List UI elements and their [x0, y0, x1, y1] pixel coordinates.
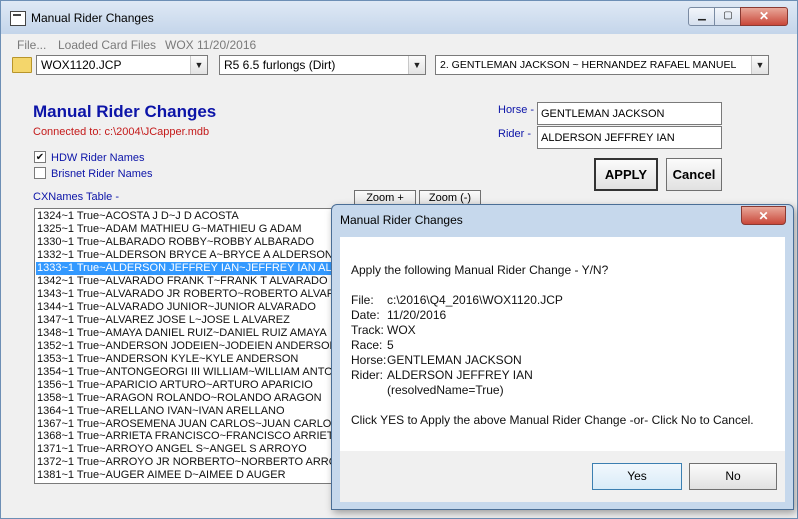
- connection-status: Connected to: c:\2004\JCapper.mdb: [33, 126, 210, 138]
- apply-button[interactable]: APPLY: [594, 158, 658, 191]
- hdw-label: HDW Rider Names: [51, 152, 145, 164]
- dialog-prompt: Apply the following Manual Rider Change …: [351, 263, 609, 277]
- list-item[interactable]: 1381~1 True~AUGER AIMEE D~AIMEE D AUGER: [37, 469, 286, 482]
- list-item[interactable]: 1368~1 True~ARRIETA FRANCISCO~FRANCISCO …: [37, 430, 338, 443]
- list-item[interactable]: 1354~1 True~ANTONGEORGI III WILLIAM~WILL…: [37, 366, 338, 379]
- horse-field-value: GENTLEMAN JACKSON: [541, 108, 665, 120]
- dialog-track-value: WOX: [387, 323, 416, 337]
- dialog-close-button[interactable]: ✕: [741, 206, 786, 225]
- list-item[interactable]: 1358~1 True~ARAGON ROLANDO~ROLANDO ARAGO…: [37, 392, 322, 405]
- cxnames-label: CXNames Table -: [33, 191, 119, 203]
- list-item[interactable]: 1332~1 True~ALDERSON BRYCE A~BRYCE A ALD…: [37, 249, 333, 262]
- dialog-track-label: Track:: [351, 323, 384, 337]
- list-item[interactable]: 1353~1 True~ANDERSON KYLE~KYLE ANDERSON: [37, 353, 298, 366]
- menu-loaded-card-files[interactable]: Loaded Card Files: [58, 38, 156, 52]
- yes-button[interactable]: Yes: [592, 463, 682, 490]
- window-title: Manual Rider Changes: [31, 11, 154, 25]
- dialog-resolved-note: (resolvedName=True): [387, 383, 504, 397]
- race-combo[interactable]: R5 6.5 furlongs (Dirt) ▼: [219, 55, 426, 75]
- list-item[interactable]: 1352~1 True~ANDERSON JODEIEN~JODEIEN AND…: [37, 340, 337, 353]
- dialog-instruction: Click YES to Apply the above Manual Ride…: [351, 413, 754, 427]
- chevron-down-icon[interactable]: ▼: [408, 56, 425, 74]
- app-icon: [10, 11, 26, 26]
- cancel-button[interactable]: Cancel: [666, 158, 722, 191]
- dialog-race-label: Race:: [351, 338, 383, 352]
- brisnet-label: Brisnet Rider Names: [51, 168, 153, 180]
- dialog-file-value: c:\2016\Q4_2016\WOX1120.JCP: [387, 293, 563, 307]
- list-item[interactable]: 1372~1 True~ARROYO JR NORBERTO~NORBERTO …: [37, 456, 338, 469]
- horse-combo[interactable]: 2. GENTLEMAN JACKSON ~ HERNANDEZ RAFAEL …: [435, 55, 769, 75]
- dialog-horse-value: GENTLEMAN JACKSON: [387, 353, 522, 367]
- list-item[interactable]: 1342~1 True~ALVARADO FRANK T~FRANK T ALV…: [37, 275, 328, 288]
- panel-heading: Manual Rider Changes: [33, 102, 217, 121]
- close-button[interactable]: ✕: [740, 7, 788, 26]
- chevron-down-icon[interactable]: ▼: [751, 56, 768, 74]
- menu-file[interactable]: File...: [17, 38, 46, 52]
- file-combo[interactable]: WOX1120.JCP ▼: [36, 55, 208, 75]
- dialog-title: Manual Rider Changes: [340, 213, 463, 227]
- folder-icon[interactable]: [12, 57, 32, 73]
- race-combo-value: R5 6.5 furlongs (Dirt): [224, 58, 336, 72]
- list-item[interactable]: 1364~1 True~ARELLANO IVAN~IVAN ARELLANO: [37, 405, 285, 418]
- list-item[interactable]: 1356~1 True~APARICIO ARTURO~ARTURO APARI…: [37, 379, 313, 392]
- list-item-selected[interactable]: 1333~1 True~ALDERSON JEFFREY IAN~JEFFREY…: [36, 261, 338, 275]
- horse-field-label: Horse -: [498, 104, 535, 116]
- list-item[interactable]: 1325~1 True~ADAM MATHIEU G~MATHIEU G ADA…: [37, 223, 302, 236]
- rider-field[interactable]: ALDERSON JEFFREY IAN: [537, 126, 722, 149]
- list-item[interactable]: 1367~1 True~AROSEMENA JUAN CARLOS~JUAN C…: [37, 418, 338, 431]
- dialog-race-value: 5: [387, 338, 394, 352]
- file-combo-value: WOX1120.JCP: [41, 58, 122, 72]
- rider-field-value: ALDERSON JEFFREY IAN: [541, 132, 675, 144]
- minimize-button[interactable]: ▁: [688, 7, 716, 26]
- list-item[interactable]: 1347~1 True~ALVAREZ JOSE L~JOSE L ALVARE…: [37, 314, 290, 327]
- dialog-rider-value: ALDERSON JEFFREY IAN: [387, 368, 533, 382]
- chevron-down-icon[interactable]: ▼: [190, 56, 207, 74]
- main-title-bar[interactable]: Manual Rider Changes ▁ ▢ ✕: [1, 1, 797, 34]
- dialog-horse-label: Horse:: [351, 353, 387, 367]
- hdw-checkbox[interactable]: ✔: [34, 151, 46, 163]
- list-item[interactable]: 1324~1 True~ACOSTA J D~J D ACOSTA: [37, 210, 239, 223]
- dialog-date-value: 11/20/2016: [387, 308, 447, 322]
- maximize-button[interactable]: ▢: [714, 7, 742, 26]
- list-item[interactable]: 1330~1 True~ALBARADO ROBBY~ROBBY ALBARAD…: [37, 236, 314, 249]
- list-item[interactable]: 1371~1 True~ARROYO ANGEL S~ANGEL S ARROY…: [37, 443, 307, 456]
- rider-field-label: Rider -: [498, 128, 532, 140]
- cxnames-list[interactable]: 1324~1 True~ACOSTA J D~J D ACOSTA 1325~1 …: [34, 208, 339, 484]
- menu-card-date[interactable]: WOX 11/20/2016: [165, 38, 256, 52]
- horse-field[interactable]: GENTLEMAN JACKSON: [537, 102, 722, 125]
- list-item[interactable]: 1344~1 True~ALVARADO JUNIOR~JUNIOR ALVAR…: [37, 301, 316, 314]
- dialog-date-label: Date:: [351, 308, 380, 322]
- list-item[interactable]: 1348~1 True~AMAYA DANIEL RUIZ~DANIEL RUI…: [37, 327, 327, 340]
- brisnet-checkbox[interactable]: [34, 167, 46, 179]
- dialog-rider-label: Rider:: [351, 368, 384, 382]
- horse-combo-value: 2. GENTLEMAN JACKSON ~ HERNANDEZ RAFAEL …: [440, 59, 737, 71]
- no-button[interactable]: No: [689, 463, 777, 490]
- list-item[interactable]: 1343~1 True~ALVARADO JR ROBERTO~ROBERTO …: [37, 288, 338, 301]
- dialog-file-label: File:: [351, 293, 374, 307]
